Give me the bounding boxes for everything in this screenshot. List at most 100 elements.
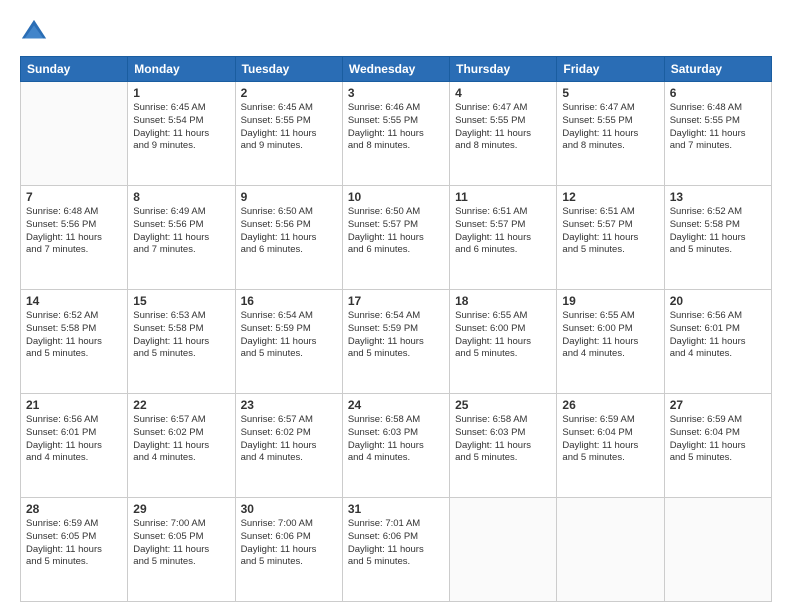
weekday-header-thursday: Thursday (450, 57, 557, 82)
calendar-cell: 14Sunrise: 6:52 AM Sunset: 5:58 PM Dayli… (21, 290, 128, 394)
calendar-cell: 8 Sunrise: 6:49 AM Sunset: 5:56 PM Daylig… (128, 186, 235, 290)
calendar-cell (664, 498, 771, 602)
cell-date-number: 10 (348, 190, 444, 204)
cell-date-number: 31 (348, 502, 444, 516)
cell-info-text: Sunrise: 6:57 AM Sunset: 6:02 PM Dayligh… (133, 414, 229, 465)
calendar-cell: 7 Sunrise: 6:48 AM Sunset: 5:56 PM Daylig… (21, 186, 128, 290)
cell-info-text: Sunrise: 6:53 AM Sunset: 5:58 PM Dayligh… (133, 310, 229, 361)
calendar-week-row: 1 Sunrise: 6:45 AM Sunset: 5:54 PM Daylig… (21, 82, 772, 186)
cell-info-text: Sunrise: 6:54 AM Sunset: 5:59 PM Dayligh… (348, 310, 444, 361)
calendar-cell: 23 Sunrise: 6:57 AM Sunset: 6:02 PM Dayli… (235, 394, 342, 498)
cell-info-text: Sunrise: 6:50 AM Sunset: 5:57 PM Dayligh… (348, 206, 444, 257)
calendar-cell: 22 Sunrise: 6:57 AM Sunset: 6:02 PM Dayli… (128, 394, 235, 498)
cell-date-number: 14 (26, 294, 122, 308)
logo (20, 18, 52, 46)
calendar-cell: 10 Sunrise: 6:50 AM Sunset: 5:57 PM Dayli… (342, 186, 449, 290)
cell-info-text: Sunrise: 6:55 AM Sunset: 6:00 PM Dayligh… (562, 310, 658, 361)
calendar-cell: 2Sunrise: 6:45 AM Sunset: 5:55 PM Daylig… (235, 82, 342, 186)
cell-info-text: Sunrise: 6:56 AM Sunset: 6:01 PM Dayligh… (670, 310, 766, 361)
weekday-header-monday: Monday (128, 57, 235, 82)
cell-info-text: Sunrise: 6:59 AM Sunset: 6:05 PM Dayligh… (26, 518, 122, 569)
cell-info-text: Sunrise: 6:47 AM Sunset: 5:55 PM Dayligh… (455, 102, 551, 153)
cell-info-text: Sunrise: 6:49 AM Sunset: 5:56 PM Dayligh… (133, 206, 229, 257)
cell-date-number: 25 (455, 398, 551, 412)
cell-info-text: Sunrise: 6:54 AM Sunset: 5:59 PM Dayligh… (241, 310, 337, 361)
cell-date-number: 19 (562, 294, 658, 308)
cell-info-text: Sunrise: 6:59 AM Sunset: 6:04 PM Dayligh… (562, 414, 658, 465)
weekday-header-wednesday: Wednesday (342, 57, 449, 82)
cell-date-number: 6 (670, 86, 766, 100)
cell-info-text: Sunrise: 6:51 AM Sunset: 5:57 PM Dayligh… (455, 206, 551, 257)
calendar-cell: 29 Sunrise: 7:00 AM Sunset: 6:05 PM Dayli… (128, 498, 235, 602)
cell-info-text: Sunrise: 6:46 AM Sunset: 5:55 PM Dayligh… (348, 102, 444, 153)
calendar-cell: 21 Sunrise: 6:56 AM Sunset: 6:01 PM Dayli… (21, 394, 128, 498)
cell-date-number: 17 (348, 294, 444, 308)
calendar-cell (450, 498, 557, 602)
cell-info-text: Sunrise: 6:48 AM Sunset: 5:56 PM Dayligh… (26, 206, 122, 257)
cell-date-number: 26 (562, 398, 658, 412)
calendar-cell: 16 Sunrise: 6:54 AM Sunset: 5:59 PM Dayli… (235, 290, 342, 394)
weekday-header-friday: Friday (557, 57, 664, 82)
calendar-cell: 3 Sunrise: 6:46 AM Sunset: 5:55 PM Daylig… (342, 82, 449, 186)
cell-info-text: Sunrise: 6:52 AM Sunset: 5:58 PM Dayligh… (670, 206, 766, 257)
cell-date-number: 23 (241, 398, 337, 412)
cell-date-number: 15 (133, 294, 229, 308)
cell-info-text: Sunrise: 6:57 AM Sunset: 6:02 PM Dayligh… (241, 414, 337, 465)
cell-info-text: Sunrise: 6:50 AM Sunset: 5:56 PM Dayligh… (241, 206, 337, 257)
cell-date-number: 4 (455, 86, 551, 100)
cell-date-number: 8 (133, 190, 229, 204)
cell-info-text: Sunrise: 6:56 AM Sunset: 6:01 PM Dayligh… (26, 414, 122, 465)
calendar-cell: 24Sunrise: 6:58 AM Sunset: 6:03 PM Dayli… (342, 394, 449, 498)
calendar-cell: 18Sunrise: 6:55 AM Sunset: 6:00 PM Dayli… (450, 290, 557, 394)
calendar-cell: 1 Sunrise: 6:45 AM Sunset: 5:54 PM Daylig… (128, 82, 235, 186)
weekday-header-saturday: Saturday (664, 57, 771, 82)
calendar-cell (21, 82, 128, 186)
cell-date-number: 30 (241, 502, 337, 516)
calendar-table: SundayMondayTuesdayWednesdayThursdayFrid… (20, 56, 772, 602)
calendar-cell: 9 Sunrise: 6:50 AM Sunset: 5:56 PM Daylig… (235, 186, 342, 290)
weekday-header-tuesday: Tuesday (235, 57, 342, 82)
calendar-cell: 27 Sunrise: 6:59 AM Sunset: 6:04 PM Dayli… (664, 394, 771, 498)
calendar-cell: 19 Sunrise: 6:55 AM Sunset: 6:00 PM Dayli… (557, 290, 664, 394)
cell-date-number: 28 (26, 502, 122, 516)
cell-date-number: 16 (241, 294, 337, 308)
cell-date-number: 29 (133, 502, 229, 516)
cell-date-number: 27 (670, 398, 766, 412)
cell-info-text: Sunrise: 7:00 AM Sunset: 6:06 PM Dayligh… (241, 518, 337, 569)
calendar-week-row: 7 Sunrise: 6:48 AM Sunset: 5:56 PM Daylig… (21, 186, 772, 290)
calendar-week-row: 28 Sunrise: 6:59 AM Sunset: 6:05 PM Dayli… (21, 498, 772, 602)
calendar-week-row: 14Sunrise: 6:52 AM Sunset: 5:58 PM Dayli… (21, 290, 772, 394)
calendar-cell: 15 Sunrise: 6:53 AM Sunset: 5:58 PM Dayli… (128, 290, 235, 394)
cell-date-number: 3 (348, 86, 444, 100)
cell-info-text: Sunrise: 6:59 AM Sunset: 6:04 PM Dayligh… (670, 414, 766, 465)
cell-date-number: 7 (26, 190, 122, 204)
calendar-cell: 20Sunrise: 6:56 AM Sunset: 6:01 PM Dayli… (664, 290, 771, 394)
cell-info-text: Sunrise: 6:58 AM Sunset: 6:03 PM Dayligh… (455, 414, 551, 465)
calendar-cell: 31 Sunrise: 7:01 AM Sunset: 6:06 PM Dayli… (342, 498, 449, 602)
calendar-cell: 17 Sunrise: 6:54 AM Sunset: 5:59 PM Dayli… (342, 290, 449, 394)
logo-icon (20, 18, 48, 46)
cell-info-text: Sunrise: 6:45 AM Sunset: 5:54 PM Dayligh… (133, 102, 229, 153)
cell-info-text: Sunrise: 6:51 AM Sunset: 5:57 PM Dayligh… (562, 206, 658, 257)
cell-date-number: 18 (455, 294, 551, 308)
page: SundayMondayTuesdayWednesdayThursdayFrid… (0, 0, 792, 612)
cell-info-text: Sunrise: 6:47 AM Sunset: 5:55 PM Dayligh… (562, 102, 658, 153)
cell-info-text: Sunrise: 7:00 AM Sunset: 6:05 PM Dayligh… (133, 518, 229, 569)
calendar-cell: 26 Sunrise: 6:59 AM Sunset: 6:04 PM Dayli… (557, 394, 664, 498)
cell-date-number: 1 (133, 86, 229, 100)
cell-date-number: 22 (133, 398, 229, 412)
calendar-cell: 4 Sunrise: 6:47 AM Sunset: 5:55 PM Daylig… (450, 82, 557, 186)
calendar-cell: 28 Sunrise: 6:59 AM Sunset: 6:05 PM Dayli… (21, 498, 128, 602)
cell-info-text: Sunrise: 7:01 AM Sunset: 6:06 PM Dayligh… (348, 518, 444, 569)
cell-date-number: 9 (241, 190, 337, 204)
calendar-cell: 30 Sunrise: 7:00 AM Sunset: 6:06 PM Dayli… (235, 498, 342, 602)
calendar-cell (557, 498, 664, 602)
cell-date-number: 12 (562, 190, 658, 204)
calendar-week-row: 21 Sunrise: 6:56 AM Sunset: 6:01 PM Dayli… (21, 394, 772, 498)
calendar-cell: 11 Sunrise: 6:51 AM Sunset: 5:57 PM Dayli… (450, 186, 557, 290)
cell-date-number: 2 (241, 86, 337, 100)
weekday-header-sunday: Sunday (21, 57, 128, 82)
cell-date-number: 21 (26, 398, 122, 412)
cell-date-number: 11 (455, 190, 551, 204)
calendar-cell: 6Sunrise: 6:48 AM Sunset: 5:55 PM Daylig… (664, 82, 771, 186)
